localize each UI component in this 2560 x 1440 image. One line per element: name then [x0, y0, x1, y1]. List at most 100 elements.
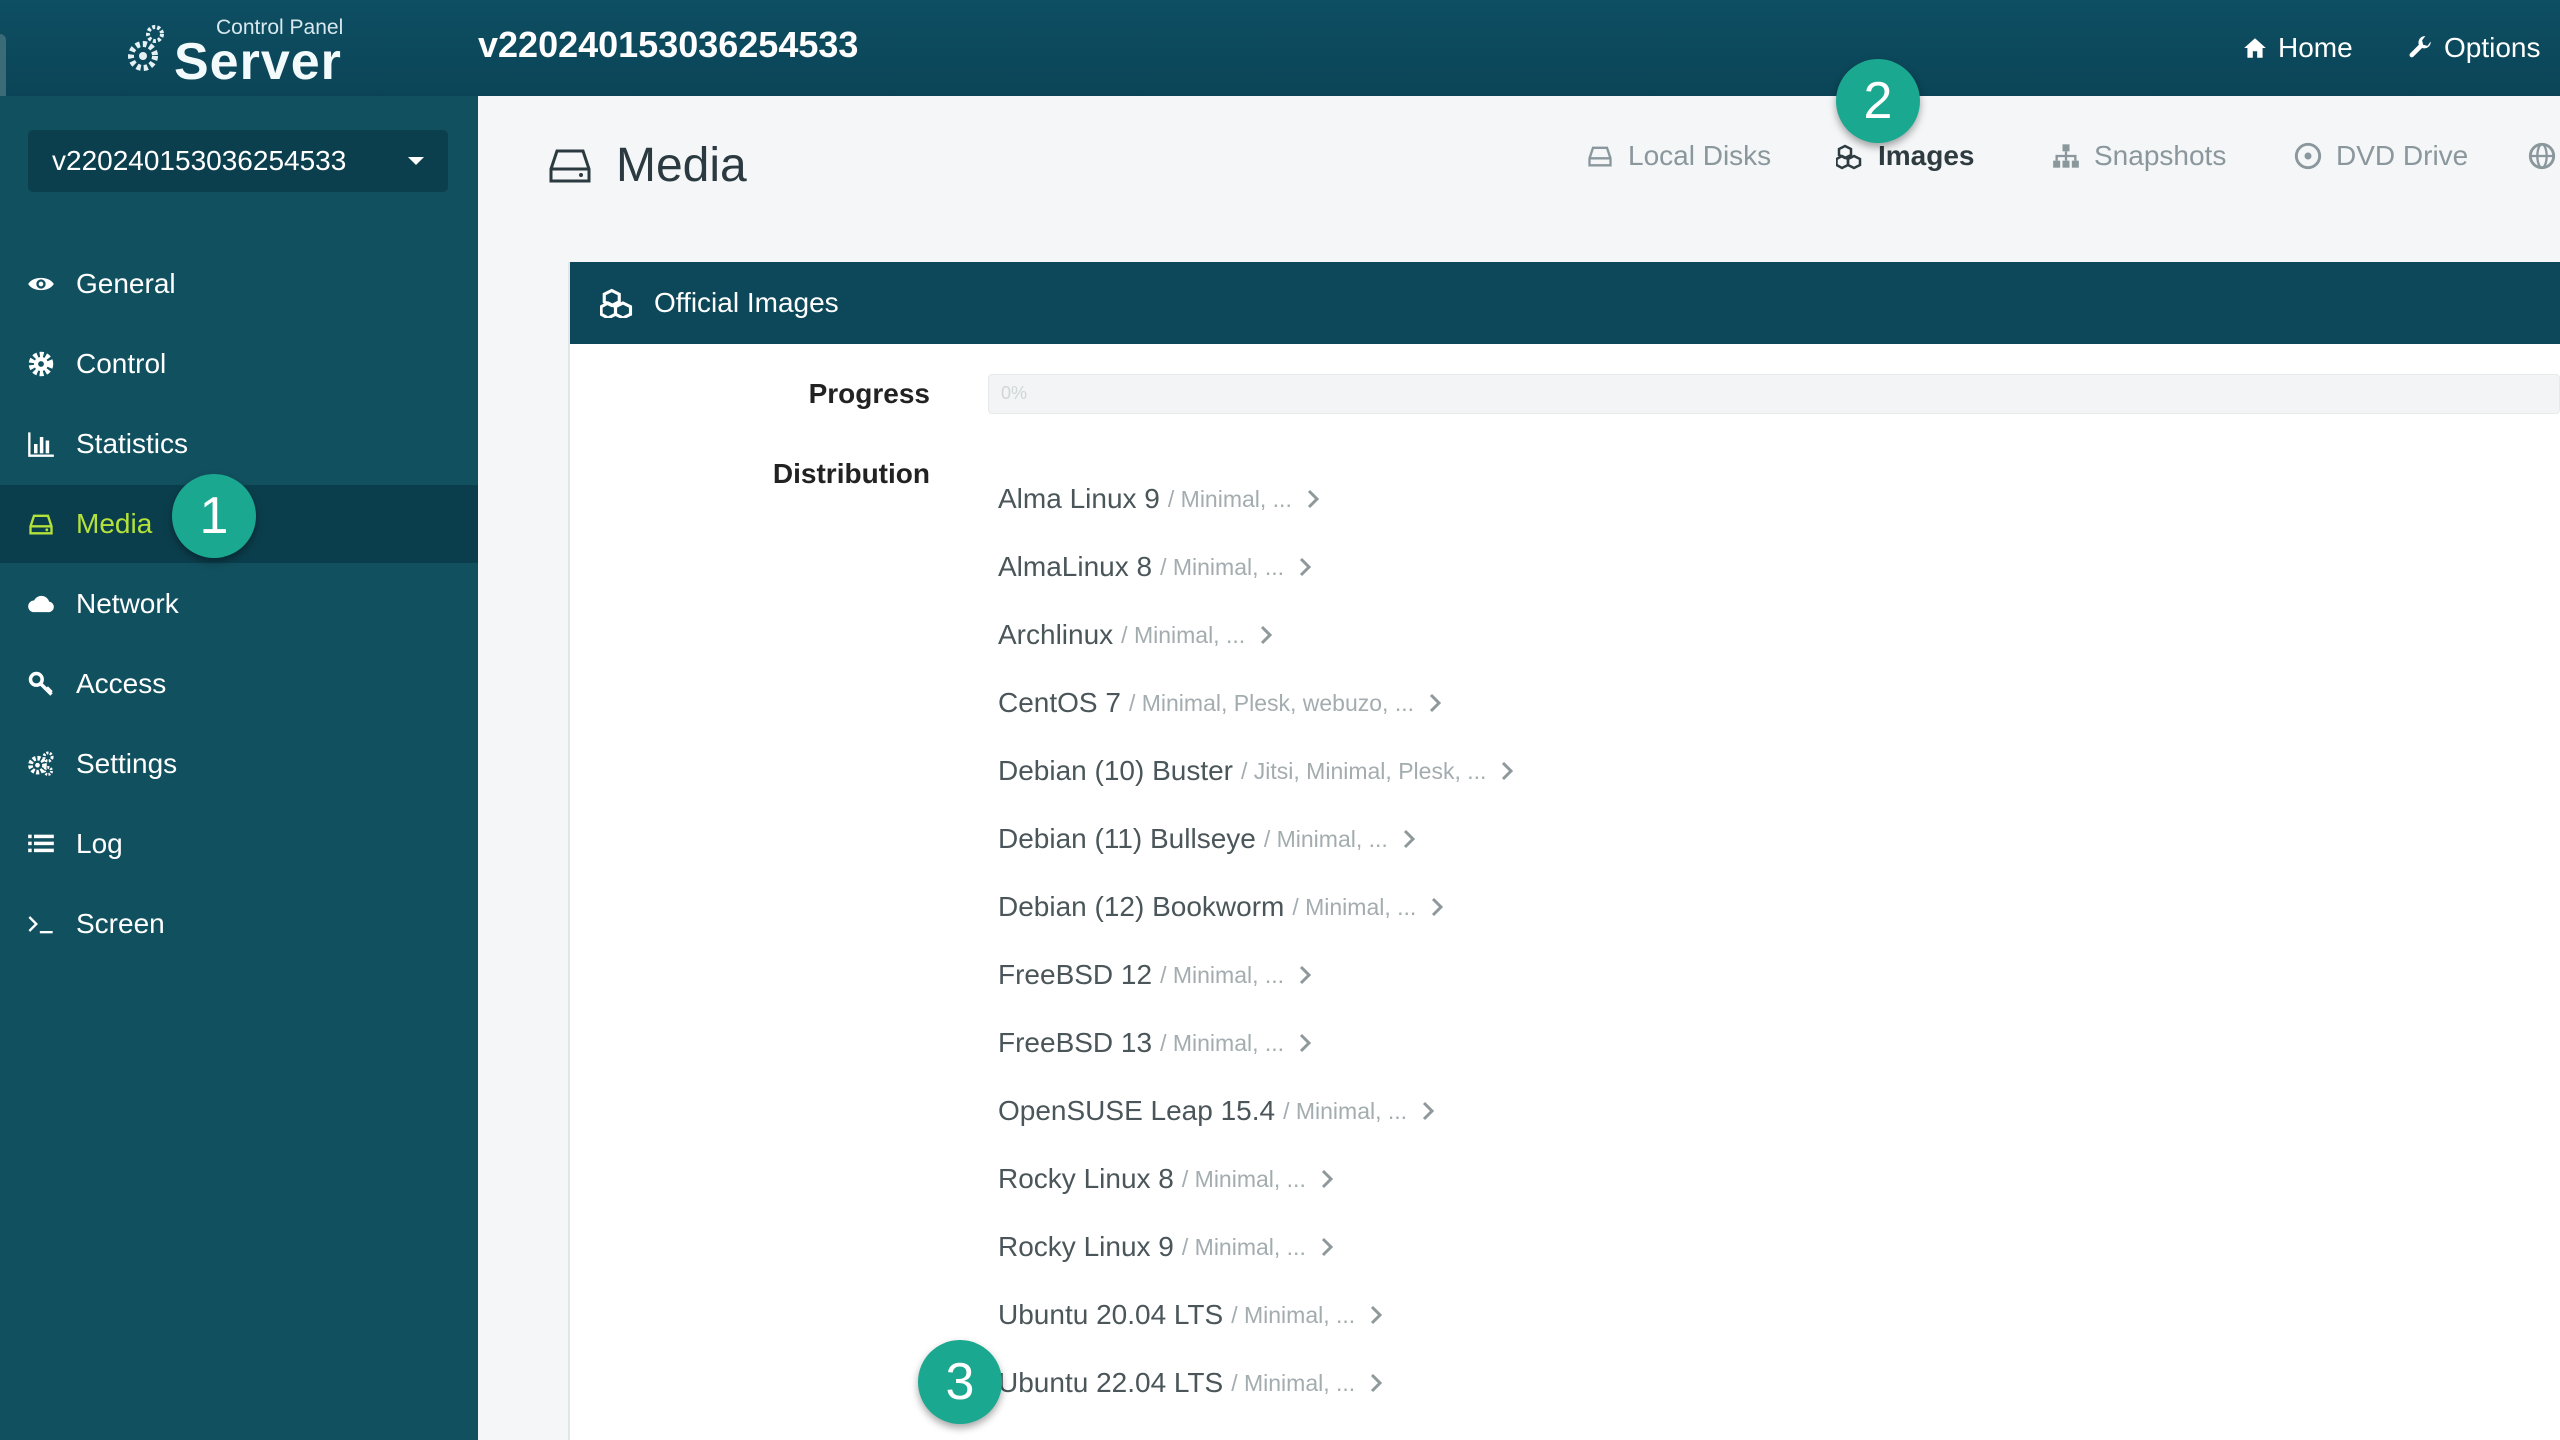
progress-bar: 0%: [988, 374, 2560, 414]
distribution-variants: / Minimal, ...: [1231, 1301, 1356, 1328]
sidebar-item-control[interactable]: Control: [0, 325, 478, 403]
chevron-right-icon: [1403, 829, 1415, 849]
distribution-item[interactable]: OpenSUSE Leap 15.4 / Minimal, ...: [998, 1089, 1435, 1133]
distribution-item[interactable]: Debian (12) Bookworm / Minimal, ...: [998, 885, 1444, 929]
step-badge-2: 2: [1836, 59, 1920, 143]
server-title: v220240153036254533: [478, 24, 859, 65]
distribution-variants: / Minimal, ...: [1263, 825, 1388, 852]
gear-icon: [26, 349, 56, 379]
distribution-name: FreeBSD 13: [998, 1027, 1153, 1058]
distribution-name: Ubuntu 22.04 LTS: [998, 1367, 1224, 1398]
chevron-right-icon: [1299, 1033, 1312, 1053]
eye-icon: [26, 269, 56, 299]
distribution-item[interactable]: AlmaLinux 8 / Minimal, ...: [998, 545, 1312, 589]
sidebar-item-statistics[interactable]: Statistics: [0, 405, 478, 483]
disc-icon: [2294, 142, 2322, 170]
panel-header: Official Images: [570, 262, 2560, 344]
distribution-item[interactable]: Archlinux / Minimal, ...: [998, 613, 1273, 657]
distribution-item[interactable]: Rocky Linux 8 / Minimal, ...: [998, 1157, 1334, 1201]
list-icon: [26, 829, 56, 859]
tab-dvd-drive[interactable]: DVD Drive: [2294, 136, 2468, 176]
sidebar-item-settings[interactable]: Settings: [0, 725, 478, 803]
distribution-item[interactable]: FreeBSD 13 / Minimal, ...: [998, 1021, 1312, 1065]
chevron-right-icon: [1307, 489, 1319, 509]
options-label: Options: [2444, 32, 2541, 63]
chevron-right-icon: [1261, 625, 1273, 645]
tab-images[interactable]: Images: [1836, 136, 1975, 176]
sidebar-item-label: Network: [76, 588, 179, 619]
hard-drive-icon: [26, 509, 56, 539]
cubes-icon: [1836, 144, 1862, 170]
step-badge-1: 1: [172, 474, 256, 558]
distribution-name: CentOS 7: [998, 687, 1121, 718]
cogs-icon: [26, 749, 56, 779]
sidebar-item-label: Statistics: [76, 428, 189, 459]
distribution-item[interactable]: CentOS 7 / Minimal, Plesk, webuzo, ...: [998, 681, 1442, 725]
logo-gear-icon: [128, 25, 164, 71]
distribution-name: Debian (12) Bookworm: [998, 891, 1285, 922]
chevron-right-icon: [1321, 1169, 1333, 1189]
chevron-right-icon: [1371, 1373, 1383, 1393]
sidebar-item-network[interactable]: Network: [0, 565, 478, 643]
sidebar-item-log[interactable]: Log: [0, 805, 478, 883]
distribution-name: FreeBSD 12: [998, 959, 1153, 990]
chevron-right-icon: [1371, 1305, 1383, 1325]
sidebar-item-general[interactable]: General: [0, 245, 478, 323]
distribution-item[interactable]: FreeBSD 12 / Minimal, ...: [998, 953, 1312, 997]
chevron-right-icon: [1423, 1101, 1435, 1121]
distribution-variants: / Minimal, ...: [1292, 893, 1417, 920]
server-select[interactable]: v220240153036254533: [28, 130, 448, 192]
collapse-handle[interactable]: [0, 34, 6, 104]
distribution-item[interactable]: Debian (10) Buster / Jitsi, Minimal, Ples…: [998, 749, 1514, 793]
distribution-item[interactable]: Alma Linux 9 / Minimal, ...: [998, 477, 1320, 521]
options-link[interactable]: Options: [2408, 28, 2541, 68]
sidebar-item-label: Media: [76, 508, 153, 539]
distribution-item[interactable]: Ubuntu 22.04 LTS / Minimal, ...: [998, 1361, 1383, 1405]
tab-label: Snapshots: [2094, 140, 2227, 171]
tab-label: Local Disks: [1628, 140, 1772, 171]
distribution-variants: / Minimal, ...: [1231, 1369, 1356, 1396]
chevron-right-icon: [1502, 761, 1514, 781]
distribution-item[interactable]: Rocky Linux 9 / Minimal, ...: [998, 1225, 1334, 1269]
tab-more[interactable]: [2528, 136, 2560, 176]
home-link[interactable]: Home: [2242, 28, 2353, 68]
distribution-label: Distribution: [772, 458, 930, 489]
sidebar-item-label: Screen: [76, 908, 165, 939]
top-bar: Control Panel Server v220240153036254533…: [0, 0, 2560, 104]
sidebar-item-access[interactable]: Access: [0, 645, 478, 723]
distribution-name: Rocky Linux 8: [998, 1163, 1174, 1194]
distribution-variants: / Minimal, ...: [1181, 1165, 1306, 1192]
sidebar-item-label: Control: [76, 348, 167, 379]
key-icon: [26, 669, 56, 699]
tab-label: Images: [1878, 140, 1975, 171]
chevron-right-icon: [1321, 1237, 1333, 1257]
tab-label: DVD Drive: [2336, 140, 2469, 171]
hard-drive-icon: [549, 149, 591, 182]
sidebar-item-label: Log: [76, 828, 123, 859]
distribution-name: OpenSUSE Leap 15.4: [998, 1095, 1276, 1126]
distribution-name: AlmaLinux 8: [998, 551, 1153, 582]
distribution-variants: / Minimal, ...: [1181, 1233, 1306, 1260]
home-icon: [2244, 38, 2266, 58]
home-label: Home: [2278, 32, 2353, 63]
distribution-variants: / Minimal, ...: [1167, 485, 1292, 512]
distribution-item[interactable]: Debian (11) Bullseye / Minimal, ...: [998, 817, 1416, 861]
logo[interactable]: Control Panel Server: [128, 14, 358, 90]
distribution-variants: / Minimal, ...: [1160, 961, 1285, 988]
globe-icon: [2528, 142, 2556, 170]
progress-label: Progress: [808, 378, 930, 409]
tab-local-disks[interactable]: Local Disks: [1586, 136, 1771, 176]
distribution-variants: / Minimal, ...: [1283, 1097, 1408, 1124]
hard-drive-icon: [1588, 146, 1612, 167]
chevron-right-icon: [1299, 965, 1312, 985]
terminal-icon: [26, 909, 56, 939]
panel-title: Official Images: [654, 287, 839, 318]
tab-snapshots[interactable]: Snapshots: [2052, 136, 2226, 176]
chevron-right-icon: [1432, 897, 1444, 917]
distribution-variants: / Minimal, ...: [1121, 621, 1246, 648]
server-select-value: v220240153036254533: [52, 145, 347, 176]
sidebar-item-screen[interactable]: Screen: [0, 885, 478, 963]
distribution-name: Rocky Linux 9: [998, 1231, 1174, 1262]
distribution-item[interactable]: Ubuntu 20.04 LTS / Minimal, ...: [998, 1293, 1383, 1337]
cloud-icon: [26, 589, 56, 619]
